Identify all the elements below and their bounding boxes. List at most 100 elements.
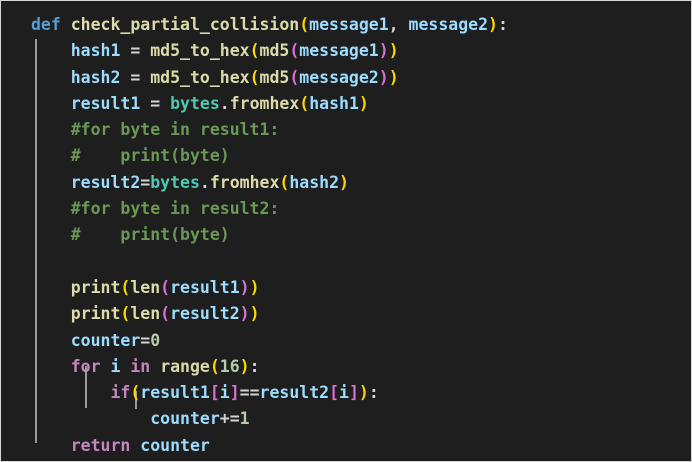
code-token: ) [339,172,349,192]
code-token: result1 [140,383,210,403]
code-line[interactable]: # print(byte) [31,222,508,248]
code-token: result2 [170,304,240,324]
code-token: # print(byte) [70,146,230,166]
code-token: ) [239,304,250,324]
code-token: return [70,435,131,455]
code-token: ) [249,277,260,297]
code-token: #for byte in result2: [70,199,280,219]
code-token: += [219,409,240,429]
code-line[interactable]: def check_partial_collision(message1, me… [31,12,508,38]
code-token: ( [120,277,131,297]
code-token: [ [209,383,220,403]
code-token: . [219,93,230,113]
code-line[interactable]: return counter [31,433,508,459]
code-token: ) [378,41,389,61]
code-token: ) [388,67,399,87]
code-line[interactable]: hash2 = md5_to_hex(md5(message2)) [31,65,508,91]
code-token: md5 [259,41,290,61]
code-token: ) [249,304,260,324]
code-token: for [70,356,101,376]
code-token: counter [150,409,220,429]
code-token: 0 [150,330,161,350]
code-token: = [120,67,151,87]
code-token: ) [488,15,498,34]
code-token: ] [229,383,240,403]
code-token: md5_to_hex [150,67,250,87]
code-line[interactable] [31,249,508,275]
code-token: bytes [170,93,220,113]
code-token: ) [239,356,250,376]
code-line[interactable]: # print(byte) [31,143,508,169]
code-line[interactable]: if(result1[i]==result2[i]): [31,380,508,406]
code-token: hash2 [70,67,121,87]
code-token: i [339,383,349,403]
code-token: range [160,356,210,376]
code-token: ) [239,277,250,297]
code-token: , [388,15,409,34]
code-line[interactable]: print(len(result2)) [31,301,508,327]
code-line[interactable]: print(len(result1)) [31,275,508,301]
code-token: counter [140,435,210,455]
code-editor[interactable]: def check_partial_collision(message1, me… [0,0,692,462]
code-token: counter [70,330,141,350]
code-token: bytes [150,172,200,192]
code-token: . [199,172,210,192]
code-token: ) [358,383,369,403]
code-line[interactable]: counter+=1 [31,406,508,432]
code-token: message1 [299,41,379,61]
code-token: 16 [219,356,240,376]
code-token: ( [289,67,300,87]
code-line[interactable]: result1 = bytes.fromhex(hash1) [31,91,508,117]
code-token: result2 [259,383,330,403]
code-token: if [110,383,131,403]
code-token: check_partial_collision [70,15,300,34]
code-token: i [110,356,121,376]
code-token: in [130,356,151,376]
code-token: ] [348,383,359,403]
code-lines[interactable]: def check_partial_collision(message1, me… [31,12,508,459]
code-token: hash1 [309,93,359,113]
code-line[interactable]: counter=0 [31,328,508,354]
code-token: ( [130,383,141,403]
code-line[interactable]: result2=bytes.fromhex(hash2) [31,170,508,196]
code-token: print [70,304,121,324]
code-token: print [70,277,121,297]
code-token: md5 [259,67,290,87]
code-token: ) [378,67,389,87]
code-token: == [239,383,260,403]
code-token: message2 [408,15,489,34]
code-line[interactable]: #for byte in result1: [31,117,508,143]
code-line[interactable]: for i in range(16): [31,354,508,380]
code-token: ( [160,277,171,297]
code-token: #for byte in result1: [70,120,280,140]
code-token: message1 [309,15,389,34]
code-token: message2 [299,67,379,87]
code-token: = [120,41,151,61]
code-token: : [497,15,508,34]
code-line[interactable]: hash1 = md5_to_hex(md5(message1)) [31,38,508,64]
code-token: def [31,15,61,34]
code-token: ( [299,15,310,34]
code-token: hash1 [70,41,121,61]
code-token: fromhex [229,93,300,113]
code-token: # print(byte) [70,225,230,245]
code-line[interactable]: #for byte in result2: [31,196,508,222]
code-token: ) [358,93,369,113]
code-token: result1 [170,277,240,297]
